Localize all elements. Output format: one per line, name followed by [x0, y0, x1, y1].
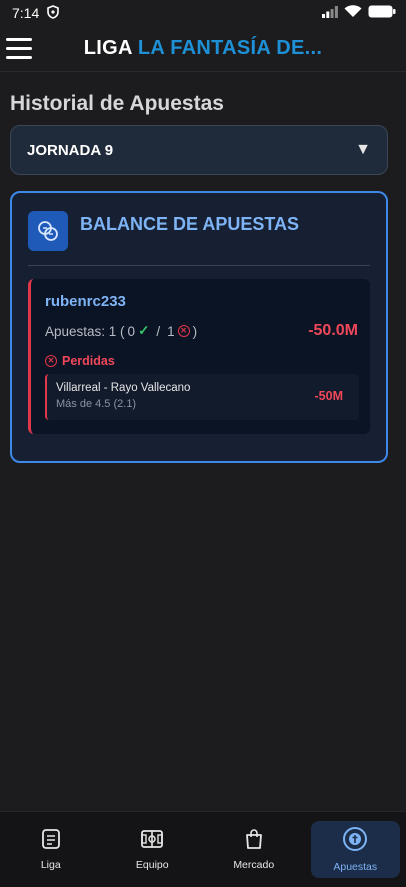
- user-balance-card[interactable]: rubenrc233 Apuestas: 1 ( 0 ✓ / 1 ✕ ) -50…: [28, 279, 370, 434]
- coins-icon: [28, 211, 68, 251]
- nav-item-mercado[interactable]: Mercado: [203, 812, 305, 887]
- x-circle-icon: ✕: [45, 355, 57, 367]
- bets-summary: Apuestas: 1 ( 0 ✓ / 1 ✕ ): [45, 323, 197, 339]
- bet-amount: -50M: [314, 389, 343, 403]
- bet-item[interactable]: Villarreal - Rayo Vallecano Más de 4.5 (…: [45, 374, 359, 420]
- nav-item-liga[interactable]: Liga: [0, 812, 102, 887]
- signal-icon: [322, 5, 338, 21]
- check-icon: ✓: [138, 323, 150, 338]
- lost-bets-label: Perdidas: [62, 354, 115, 368]
- bet-pick: Más de 4.5 (2.1): [56, 398, 137, 410]
- user-total-balance: -50.0M: [308, 322, 358, 339]
- balance-card: BALANCE DE APUESTAS rubenrc233 Apuestas:…: [10, 191, 388, 463]
- caret-down-icon: ▼: [355, 141, 371, 158]
- round-select[interactable]: JORNADA 9 ▼: [10, 125, 388, 175]
- wifi-icon: [344, 5, 362, 21]
- shopping-bag-icon: [243, 828, 265, 853]
- x-circle-icon: ✕: [177, 325, 190, 337]
- document-icon: [40, 828, 62, 853]
- bets-icon: [342, 826, 368, 855]
- app-title: LIGA LA FANTASÍA DE...: [0, 37, 406, 60]
- username: rubenrc233: [45, 293, 126, 310]
- nav-item-apuestas[interactable]: Apuestas: [305, 812, 406, 887]
- field-icon: [140, 828, 164, 853]
- bets-count-label: Apuestas: 1 (: [45, 323, 125, 339]
- page-title: Historial de Apuestas: [10, 92, 224, 115]
- shield-icon: [47, 4, 60, 22]
- round-select-value: JORNADA 9: [27, 141, 114, 159]
- status-time: 7:14: [12, 5, 40, 21]
- status-bar: 7:14: [0, 0, 406, 26]
- separator: /: [156, 323, 161, 339]
- bottom-navigation: Liga Equipo Mercado Apuestas: [0, 811, 406, 887]
- lost-count: 1: [167, 323, 175, 339]
- app-title-prefix: LIGA: [83, 37, 132, 59]
- nav-item-label: Liga: [40, 859, 61, 871]
- nav-item-equipo[interactable]: Equipo: [102, 812, 204, 887]
- nav-item-label: Apuestas: [333, 861, 378, 873]
- close-paren: ): [192, 323, 198, 339]
- balance-title: BALANCE DE APUESTAS: [80, 214, 300, 234]
- app-bar: LIGA LA FANTASÍA DE...: [0, 26, 406, 72]
- nav-item-label: Mercado: [233, 859, 275, 871]
- bet-match: Villarreal - Rayo Vallecano: [56, 382, 191, 394]
- divider: [28, 265, 370, 266]
- nav-item-label: Equipo: [135, 859, 169, 871]
- menu-icon[interactable]: [6, 38, 32, 60]
- lost-bets-header: ✕ Perdidas: [45, 354, 115, 368]
- app-title-league-name: LA FANTASÍA DE...: [137, 37, 323, 59]
- won-count: 0: [127, 323, 136, 339]
- battery-icon: [368, 5, 396, 21]
